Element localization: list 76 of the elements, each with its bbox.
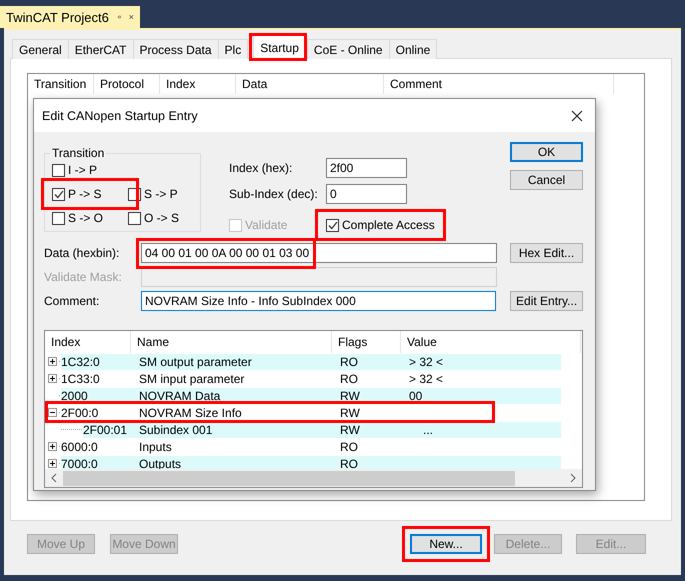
tab[interactable]: CoE - Online: [306, 39, 390, 59]
table-cell-text: > 32 <: [408, 372, 444, 386]
close-icon[interactable]: [571, 110, 583, 122]
table-cell-text: 1C32:0: [61, 354, 101, 368]
checkbox[interactable]: I -> P: [52, 161, 98, 179]
field-label: Comment:: [44, 294, 100, 308]
tab[interactable]: General: [12, 39, 69, 59]
checkmark-icon: [54, 190, 64, 198]
input-field[interactable]: NOVRAM Size Info - Info SubIndex 000: [141, 291, 496, 311]
tab[interactable]: Online: [388, 39, 438, 59]
group-label: Transition: [51, 146, 106, 160]
table-cell-text: 7000:0: [61, 456, 99, 470]
table-cell-text: 6000:0: [61, 440, 99, 454]
expand-icon[interactable]: [48, 459, 57, 468]
tab[interactable]: EtherCAT: [68, 39, 134, 59]
table-cell-text: SM input parameter: [138, 372, 246, 386]
table-cell-text: Inputs: [138, 440, 173, 454]
document-tab[interactable]: TwinCAT Project6: [0, 6, 140, 28]
field-label: Data (hexbin):: [44, 246, 120, 260]
column-header[interactable]: Data: [236, 74, 384, 94]
table-cell-text: Subindex 001: [138, 422, 214, 436]
table-cell-text: RW: [339, 406, 361, 420]
hex-edit-button[interactable]: Hex Edit...: [510, 243, 583, 263]
horizontal-scrollbar[interactable]: [45, 469, 582, 487]
input-field[interactable]: [141, 267, 497, 287]
checkmark-icon: [328, 220, 338, 230]
table-cell-text: SM output parameter: [138, 354, 253, 368]
expand-icon[interactable]: [48, 374, 57, 383]
expand-icon[interactable]: [48, 357, 57, 366]
column-header[interactable]: Comment: [384, 74, 614, 94]
column-header[interactable]: Flags: [332, 331, 401, 353]
field-label: Index (hex):: [229, 161, 294, 175]
collapse-icon[interactable]: [48, 408, 57, 417]
column-header[interactable]: Name: [131, 331, 332, 353]
column-header[interactable]: Value: [401, 331, 581, 353]
column-header[interactable]: Index: [45, 331, 131, 353]
checkbox[interactable]: Complete Access: [326, 216, 435, 234]
column-header[interactable]: Index: [160, 74, 236, 94]
table-cell-text: Outputs: [138, 456, 182, 470]
table-cell-text: 2F00:01: [83, 422, 128, 436]
tree-row[interactable]: 1C32:0 SM output parameter RO > 32 <: [61, 354, 561, 370]
table-cell-text: > 32 <: [408, 354, 444, 368]
table-cell-text: 2000: [61, 388, 89, 402]
expand-icon[interactable]: [48, 442, 57, 451]
table-cell-text: RO: [339, 440, 359, 454]
ok-button[interactable]: OK: [510, 142, 583, 162]
table-cell-text: RO: [339, 354, 359, 368]
table-cell-text: RO: [339, 372, 359, 386]
tab[interactable]: Plc: [218, 39, 248, 59]
document-title: TwinCAT Project6: [6, 10, 109, 24]
table-cell-text: 00: [408, 388, 424, 402]
checkbox[interactable]: S -> O: [52, 209, 104, 227]
table-cell-text: ...: [422, 422, 434, 436]
column-header[interactable]: Transition: [28, 74, 94, 94]
table-cell-text: RO: [339, 456, 359, 470]
checkbox[interactable]: P -> S: [52, 185, 102, 203]
cancel-button[interactable]: Cancel: [510, 170, 583, 190]
table-cell-text: NOVRAM Data: [138, 388, 222, 402]
table-cell-text: RW: [339, 422, 361, 436]
input-field[interactable]: 0: [326, 184, 407, 204]
tab[interactable]: Process Data: [132, 39, 219, 59]
field-label: Sub-Index (dec):: [229, 187, 319, 201]
input-field[interactable]: 2f00: [326, 158, 407, 178]
column-header[interactable]: Protocol: [94, 74, 160, 94]
table-cell-text: NOVRAM Size Info: [138, 406, 243, 420]
table-cell-text: RW: [339, 388, 361, 402]
table-cell-text: 2F00:0: [61, 406, 100, 420]
close-icon[interactable]: [129, 12, 134, 22]
checkbox[interactable]: O -> S: [128, 209, 180, 227]
dialog-title: Edit CANopen Startup Entry: [42, 108, 198, 122]
action-button[interactable]: New...: [410, 534, 482, 554]
checkbox[interactable]: S -> P: [128, 185, 178, 203]
edit-entry-button[interactable]: Edit Entry...: [510, 291, 583, 311]
table-cell-text: 1C33:0: [61, 372, 101, 386]
field-label: Validate Mask:: [44, 270, 123, 284]
input-field[interactable]: 04 00 01 00 0A 00 00 01 03 00: [141, 243, 497, 263]
